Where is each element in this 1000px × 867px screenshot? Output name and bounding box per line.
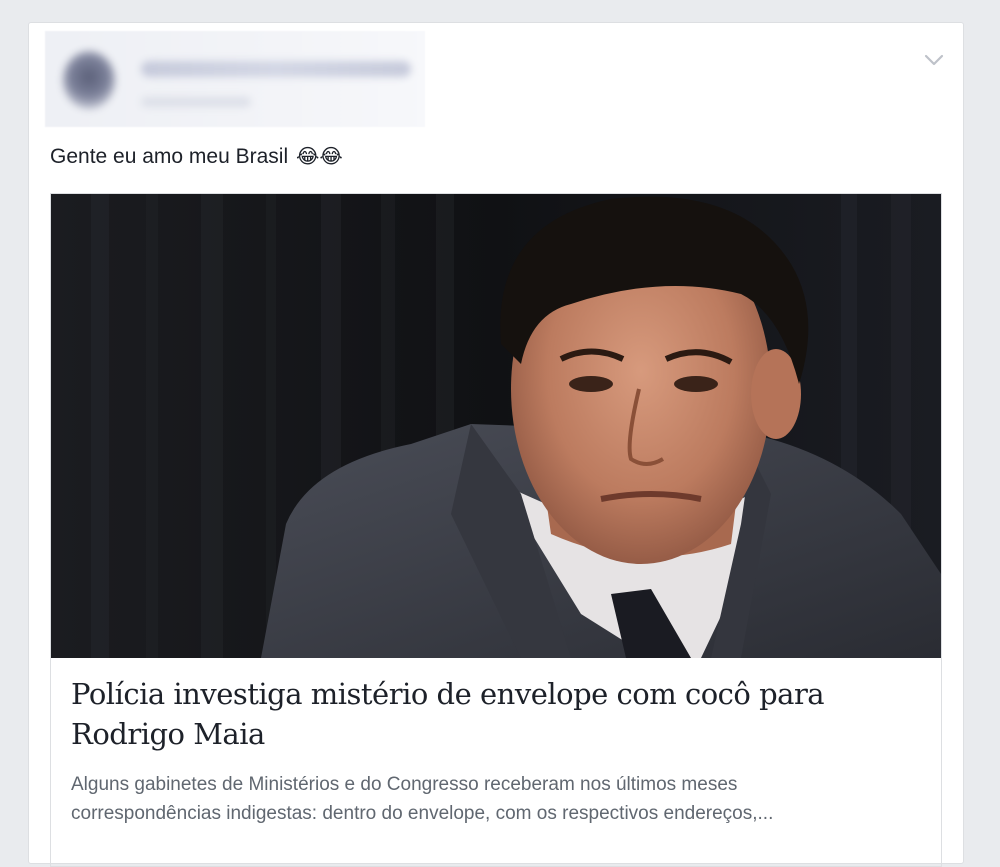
avatar[interactable]	[63, 51, 115, 109]
link-description-line: correspondências indigestas: dentro do e…	[71, 803, 774, 824]
link-preview-card[interactable]: Polícia investiga mistério de envelope c…	[50, 193, 942, 867]
post-message: Gente eu amo meu Brasil 😂😂	[50, 143, 343, 171]
laughing-emoji-icon: 😂😂	[295, 146, 343, 168]
link-description: Alguns gabinetes de Ministérios e do Con…	[71, 770, 931, 828]
blurred-author-header	[45, 31, 425, 127]
feed-post: Gente eu amo meu Brasil 😂😂 Polícia inves…	[28, 22, 964, 867]
post-message-text: Gente eu amo meu Brasil	[50, 145, 289, 168]
link-description-line: Alguns gabinetes de Ministérios e do Con…	[71, 774, 738, 795]
author-name-redacted[interactable]	[141, 61, 411, 77]
link-headline[interactable]: Polícia investiga mistério de envelope c…	[71, 674, 921, 754]
post-timestamp-redacted[interactable]	[141, 97, 251, 107]
chevron-down-icon[interactable]	[923, 49, 945, 71]
news-photo[interactable]	[51, 194, 941, 658]
